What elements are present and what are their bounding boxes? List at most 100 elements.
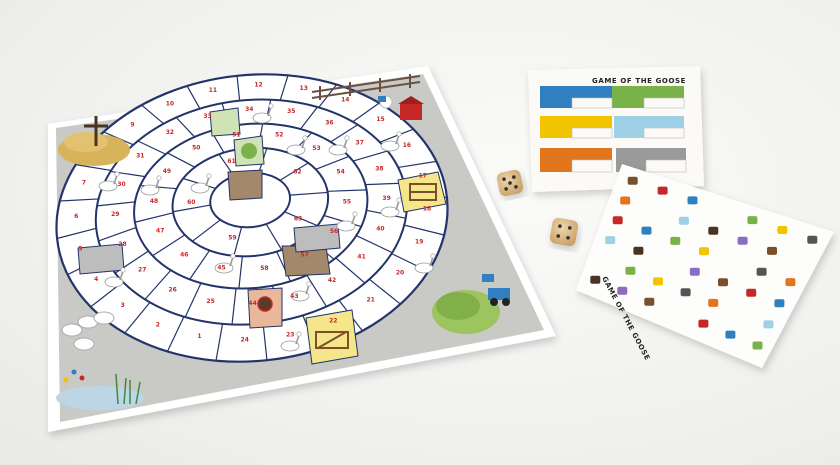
piece-icon <box>718 278 728 287</box>
space-number: 63 <box>294 216 302 223</box>
piece-icon <box>746 288 757 297</box>
photo-scene: 1234567891011121314151617181920212223242… <box>0 0 840 465</box>
space-number: 24 <box>241 337 249 344</box>
space-number: 20 <box>396 270 404 277</box>
piece-icon <box>644 297 655 306</box>
space-number: 55 <box>343 198 351 205</box>
space-number: 13 <box>300 85 308 92</box>
space-number: 59 <box>228 234 236 241</box>
space-number: 10 <box>166 100 174 107</box>
space-number: 21 <box>367 297 375 304</box>
piece-icon <box>708 298 719 307</box>
piece-icon <box>590 275 601 284</box>
pieces-sheet-paper <box>576 164 834 368</box>
piece-icon <box>777 226 788 234</box>
space-number: 53 <box>312 145 320 152</box>
space-number: 48 <box>150 198 158 205</box>
die-1 <box>496 169 524 197</box>
space-number: 25 <box>206 298 214 305</box>
space-number: 6 <box>74 213 78 220</box>
rules-card: GAME OF THE GOOSE <box>528 66 704 192</box>
space-number: 54 <box>336 169 344 176</box>
space-number: 5 <box>78 246 82 253</box>
space-number: 60 <box>187 199 195 206</box>
space-number: 56 <box>330 228 338 235</box>
piece-icon <box>807 235 818 244</box>
piece-icon <box>756 267 767 276</box>
space-number: 23 <box>286 331 294 338</box>
space-number: 2 <box>156 321 160 328</box>
space-number: 16 <box>403 142 411 149</box>
space-number: 50 <box>192 145 200 152</box>
piece-icon <box>752 341 763 350</box>
piece-icon <box>653 277 663 286</box>
space-number: 47 <box>156 228 164 235</box>
space-number: 42 <box>328 277 336 284</box>
space-number: 28 <box>118 241 126 248</box>
tile-dice-a <box>77 243 125 275</box>
space-number: 33 <box>203 113 211 120</box>
space-number: 45 <box>217 265 225 272</box>
space-number: 51 <box>232 131 240 138</box>
pieces-sheet: GAME OF THE GOOSE <box>576 164 834 368</box>
piece-icon <box>699 247 709 256</box>
piece-icon <box>737 236 748 245</box>
piece-icon <box>680 288 691 297</box>
space-number: 46 <box>180 251 188 258</box>
piece-icon <box>633 246 644 255</box>
space-number: 26 <box>168 286 176 293</box>
space-number: 40 <box>376 225 384 232</box>
piece-icon <box>678 216 689 225</box>
piece-icon <box>670 236 681 245</box>
space-number: 52 <box>275 132 283 139</box>
space-number: 17 <box>419 172 427 179</box>
piece-icon <box>617 286 628 295</box>
piece-icon <box>625 266 636 275</box>
space-number: 57 <box>300 252 308 259</box>
piece-icon <box>725 330 736 339</box>
space-number: 9 <box>130 122 134 129</box>
well-icon <box>257 296 273 312</box>
space-number: 19 <box>415 238 423 245</box>
space-number: 61 <box>227 158 235 165</box>
space-number: 58 <box>260 265 268 272</box>
piece-icon <box>627 176 638 185</box>
space-number: 35 <box>287 108 295 115</box>
die-2 <box>549 217 579 247</box>
piece-icon <box>605 236 616 245</box>
space-number: 11 <box>209 87 217 94</box>
space-number: 22 <box>329 318 337 325</box>
piece-icon <box>708 226 719 235</box>
space-number: 43 <box>290 293 298 300</box>
piece-icon <box>612 216 623 225</box>
space-number: 31 <box>136 153 144 160</box>
piece-icon <box>785 278 796 287</box>
space-number: 39 <box>382 195 390 202</box>
space-number: 18 <box>423 205 431 212</box>
piece-icon <box>767 246 777 255</box>
tile-jail <box>227 169 263 201</box>
space-number: 34 <box>245 106 253 113</box>
piece-icon <box>774 299 785 308</box>
piece-icon <box>763 320 774 329</box>
game-board: 1234567891011121314151617181920212223242… <box>48 66 556 432</box>
space-number: 7 <box>82 180 86 187</box>
space-number: 30 <box>117 181 125 188</box>
piece-icon <box>747 216 758 225</box>
space-number: 41 <box>357 254 365 261</box>
space-number: 36 <box>325 120 333 127</box>
piece-icon <box>698 319 709 328</box>
space-number: 1 <box>197 333 201 340</box>
space-number: 27 <box>138 267 146 274</box>
piece-icon <box>657 186 668 195</box>
space-number: 32 <box>166 129 174 136</box>
space-number: 3 <box>121 302 125 309</box>
rules-card-title: GAME OF THE GOOSE <box>592 77 686 85</box>
space-number: 12 <box>254 81 262 88</box>
tree-icon <box>241 143 257 159</box>
space-number: 62 <box>293 169 301 176</box>
space-number: 15 <box>376 116 384 123</box>
space-number: 44 <box>248 300 256 307</box>
space-number: 38 <box>375 165 383 172</box>
space-number: 14 <box>341 97 349 104</box>
